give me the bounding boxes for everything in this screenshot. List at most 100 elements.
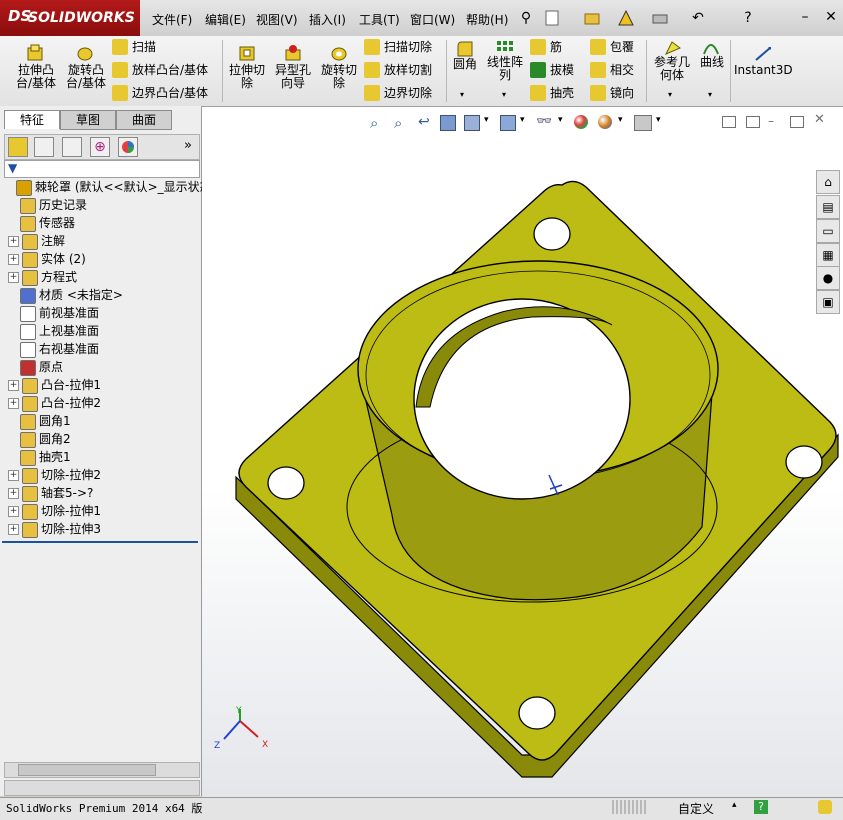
curves-dropdown-icon[interactable]: ▾ xyxy=(708,90,712,99)
undo-icon[interactable]: ↶ xyxy=(688,8,708,28)
dimxpert-icon[interactable]: ⊕ xyxy=(90,137,110,157)
rollback-bar[interactable] xyxy=(2,541,198,543)
units-custom-label[interactable]: 自定义 xyxy=(678,800,714,817)
part-model[interactable] xyxy=(202,107,843,797)
units-dropdown-icon[interactable]: ▴ xyxy=(732,800,737,810)
tree-item[interactable]: + 凸台-拉伸1 xyxy=(8,376,101,394)
viewport-restore-icon[interactable] xyxy=(790,116,804,128)
tree-item[interactable]: 右视基准面 xyxy=(8,340,99,358)
expand-plus-icon[interactable]: + xyxy=(8,398,19,409)
sweep-button[interactable]: 扫描 xyxy=(112,38,156,55)
new-document-icon[interactable] xyxy=(542,8,562,28)
menu-tools[interactable]: 工具(T) xyxy=(359,11,400,28)
expand-plus-icon[interactable]: + xyxy=(8,272,19,283)
extrude-cut-button[interactable]: 拉伸切 除 xyxy=(226,64,268,90)
expand-plus-icon[interactable]: + xyxy=(8,380,19,391)
view-palette-icon[interactable]: ▦ xyxy=(816,243,840,267)
close-button[interactable]: ✕ xyxy=(822,8,840,26)
viewport-close-icon[interactable]: ✕ xyxy=(814,112,825,127)
section-view-icon[interactable] xyxy=(440,115,456,131)
menu-insert[interactable]: 插入(I) xyxy=(309,11,346,28)
feature-manager-tree-icon[interactable] xyxy=(8,137,28,157)
ref-geometry-dropdown-icon[interactable]: ▾ xyxy=(668,90,672,99)
solidworks-resources-icon[interactable]: ⌂ xyxy=(816,170,840,194)
tab-surfaces[interactable]: 曲面 xyxy=(116,110,172,130)
panel-more-chevron-icon[interactable]: » xyxy=(184,138,192,153)
menu-file[interactable]: 文件(F) xyxy=(152,11,192,28)
tree-item[interactable]: 棘轮罩 (默认<<默认>_显示状态 xyxy=(4,178,212,196)
menu-view[interactable]: 视图(V) xyxy=(256,11,298,28)
filter-icon[interactable]: ▼ xyxy=(8,161,17,175)
intersect-button[interactable]: 相交 xyxy=(590,61,634,78)
revolve-boss-button[interactable]: 旋转凸 台/基体 xyxy=(62,64,110,90)
open-folder-icon[interactable] xyxy=(582,8,602,28)
boundary-cut-button[interactable]: 边界切除 xyxy=(364,84,432,101)
configuration-manager-icon[interactable] xyxy=(62,137,82,157)
expand-plus-icon[interactable]: + xyxy=(8,506,19,517)
graphics-area[interactable] xyxy=(202,107,843,797)
sweep-cut-button[interactable]: 扫描切除 xyxy=(364,38,432,55)
tree-item[interactable]: 原点 xyxy=(8,358,63,376)
expand-plus-icon[interactable]: + xyxy=(8,236,19,247)
tree-item[interactable]: 材质 <未指定> xyxy=(8,286,123,304)
revolve-cut-icon[interactable] xyxy=(330,44,348,65)
pattern-dropdown-icon[interactable]: ▾ xyxy=(502,90,506,99)
tree-item[interactable]: 历史记录 xyxy=(8,196,87,214)
tree-item[interactable]: 传感器 xyxy=(8,214,75,232)
minimize-button[interactable]: – xyxy=(796,8,814,26)
menu-edit[interactable]: 编辑(E) xyxy=(205,11,246,28)
viewport-tile-icon[interactable] xyxy=(722,116,736,128)
rebuild-status-icon[interactable] xyxy=(818,800,832,814)
tree-item[interactable]: 圆角2 xyxy=(8,430,71,448)
mirror-button[interactable]: 镜向 xyxy=(590,84,634,101)
draft-button[interactable]: 拔模 xyxy=(530,61,574,78)
scrollbar-thumb[interactable] xyxy=(18,764,156,776)
view-orientation-dropdown-icon[interactable]: ▾ xyxy=(484,115,489,125)
linear-pattern-button[interactable]: 线性阵 列 xyxy=(484,56,526,82)
expand-plus-icon[interactable]: + xyxy=(8,254,19,265)
file-explorer-icon[interactable]: ▭ xyxy=(816,219,840,243)
print-icon[interactable] xyxy=(650,8,670,28)
reference-geometry-button[interactable]: 参考几 何体 xyxy=(650,56,694,82)
extrude-boss-button[interactable]: 拉伸凸 台/基体 xyxy=(10,64,62,90)
revolve-cut-button[interactable]: 旋转切 除 xyxy=(316,64,362,90)
tree-item[interactable]: + 切除-拉伸2 xyxy=(8,466,101,484)
custom-properties-icon[interactable]: ▣ xyxy=(816,290,840,314)
appearances-scenes-icon[interactable]: ● xyxy=(816,266,840,290)
tree-item[interactable]: 圆角1 xyxy=(8,412,71,430)
hide-show-dropdown-icon[interactable]: ▾ xyxy=(558,115,563,125)
design-library-icon[interactable]: ▤ xyxy=(816,195,840,219)
expand-plus-icon[interactable]: + xyxy=(8,488,19,499)
zoom-to-area-icon[interactable]: ⌕ xyxy=(394,114,402,132)
tree-item[interactable]: + 切除-拉伸1 xyxy=(8,502,101,520)
tab-features[interactable]: 特征 xyxy=(4,110,60,129)
view-orientation-icon[interactable] xyxy=(464,115,480,131)
menu-window[interactable]: 窗口(W) xyxy=(410,11,455,28)
rib-button[interactable]: 筋 xyxy=(530,38,562,55)
boundary-boss-button[interactable]: 边界凸台/基体 xyxy=(112,84,208,101)
property-manager-icon[interactable] xyxy=(34,137,54,157)
filter-bar[interactable] xyxy=(4,160,200,178)
tab-sketch[interactable]: 草图 xyxy=(60,110,116,130)
fillet-button[interactable]: 圆角 xyxy=(448,58,482,71)
wrap-button[interactable]: 包覆 xyxy=(590,38,634,55)
display-style-dropdown-icon[interactable]: ▾ xyxy=(520,115,525,125)
rebuild-warning-icon[interactable] xyxy=(616,8,636,28)
loft-boss-button[interactable]: 放样凸台/基体 xyxy=(112,61,208,78)
extrude-cut-icon[interactable] xyxy=(238,44,256,65)
help-question-icon[interactable]: ? xyxy=(738,8,758,28)
tree-item[interactable]: + 方程式 xyxy=(8,268,77,286)
tree-item[interactable]: + 注解 xyxy=(8,232,65,250)
viewport-minimize-icon[interactable]: – xyxy=(768,114,774,128)
horizontal-scrollbar-2[interactable] xyxy=(4,780,200,796)
tree-item[interactable]: + 切除-拉伸3 xyxy=(8,520,101,538)
hole-wizard-button[interactable]: 异型孔 向导 xyxy=(270,64,316,90)
extrude-boss-icon[interactable] xyxy=(26,44,44,65)
scene-dropdown-icon[interactable]: ▾ xyxy=(618,115,623,125)
view-settings-dropdown-icon[interactable]: ▾ xyxy=(656,115,661,125)
display-style-icon[interactable] xyxy=(500,115,516,131)
hole-wizard-icon[interactable] xyxy=(284,44,302,65)
menu-help[interactable]: 帮助(H) xyxy=(466,11,508,28)
tree-item[interactable]: + 凸台-拉伸2 xyxy=(8,394,101,412)
loft-cut-button[interactable]: 放样切割 xyxy=(364,61,432,78)
